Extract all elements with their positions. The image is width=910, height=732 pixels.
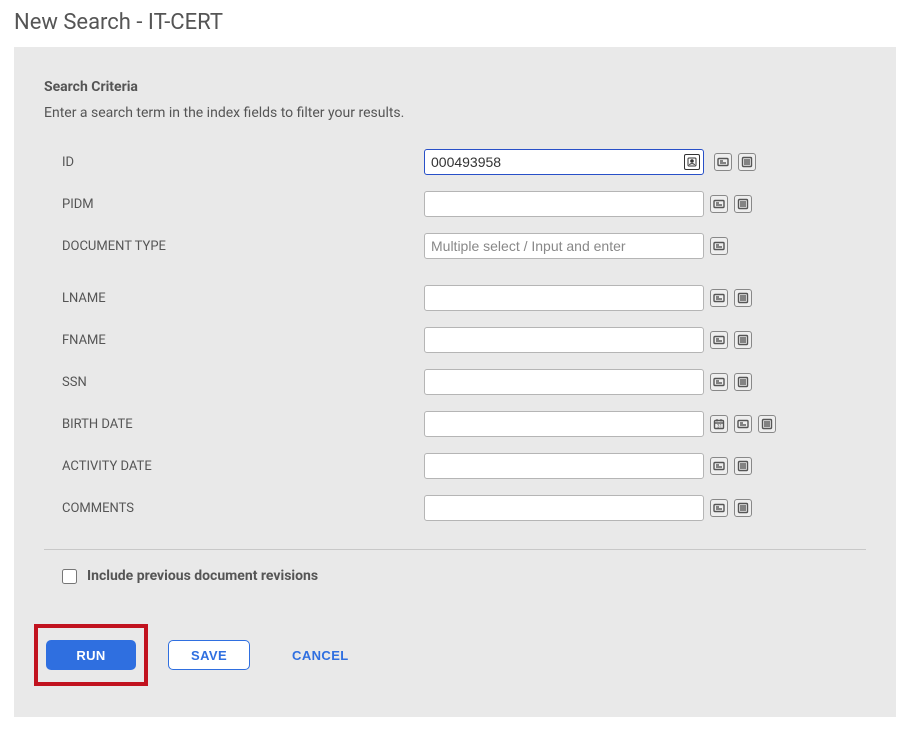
run-button[interactable]: RUN [46,640,136,670]
label-comments: COMMENTS [44,501,424,516]
label-id: ID [44,155,424,170]
row-pidm: PIDM [44,191,866,217]
row-ssn: SSN [44,369,866,395]
svg-text:31: 31 [717,423,722,429]
edit-icon[interactable] [734,415,752,433]
calendar-icon[interactable]: 31 [710,415,728,433]
edit-icon[interactable] [714,153,732,171]
list-icon[interactable] [758,415,776,433]
list-icon[interactable] [734,373,752,391]
list-icon[interactable] [734,331,752,349]
input-birth-date[interactable] [424,411,704,437]
row-birth-date: BIRTH DATE 31 [44,411,866,437]
list-icon[interactable] [734,499,752,517]
section-subtitle: Enter a search term in the index fields … [44,105,866,121]
label-birth-date: BIRTH DATE [44,417,424,432]
row-document-type: DOCUMENT TYPE [44,233,866,259]
list-icon[interactable] [734,289,752,307]
edit-icon[interactable] [710,373,728,391]
label-ssn: SSN [44,375,424,390]
input-id[interactable] [424,149,704,175]
row-lname: LNAME [44,285,866,311]
list-icon[interactable] [734,195,752,213]
include-revisions-checkbox[interactable] [62,569,77,584]
row-fname: FNAME [44,327,866,353]
row-id: ID [44,149,866,175]
contact-card-icon[interactable] [684,154,700,170]
label-fname: FNAME [44,333,424,348]
input-lname[interactable] [424,285,704,311]
list-icon[interactable] [734,457,752,475]
input-ssn[interactable] [424,369,704,395]
save-button[interactable]: SAVE [168,640,250,670]
page-title: New Search - IT-CERT [14,10,896,35]
label-activity-date: ACTIVITY DATE [44,459,424,474]
input-fname[interactable] [424,327,704,353]
actions-row: RUN SAVE CANCEL [44,624,866,686]
divider [44,549,866,550]
list-icon[interactable] [738,153,756,171]
row-activity-date: ACTIVITY DATE [44,453,866,479]
edit-icon[interactable] [710,289,728,307]
edit-icon[interactable] [710,331,728,349]
label-lname: LNAME [44,291,424,306]
cancel-button[interactable]: CANCEL [270,640,371,670]
search-panel: Search Criteria Enter a search term in t… [14,47,896,717]
edit-icon[interactable] [710,457,728,475]
input-pidm[interactable] [424,191,704,217]
edit-icon[interactable] [710,237,728,255]
run-highlight: RUN [34,624,148,686]
input-comments[interactable] [424,495,704,521]
section-title: Search Criteria [44,79,866,95]
label-pidm: PIDM [44,197,424,212]
edit-icon[interactable] [710,499,728,517]
label-document-type: DOCUMENT TYPE [44,239,424,254]
include-revisions-row: Include previous document revisions [44,568,866,584]
include-revisions-label[interactable]: Include previous document revisions [87,568,318,584]
input-activity-date[interactable] [424,453,704,479]
edit-icon[interactable] [710,195,728,213]
input-document-type[interactable] [424,233,704,259]
row-comments: COMMENTS [44,495,866,521]
